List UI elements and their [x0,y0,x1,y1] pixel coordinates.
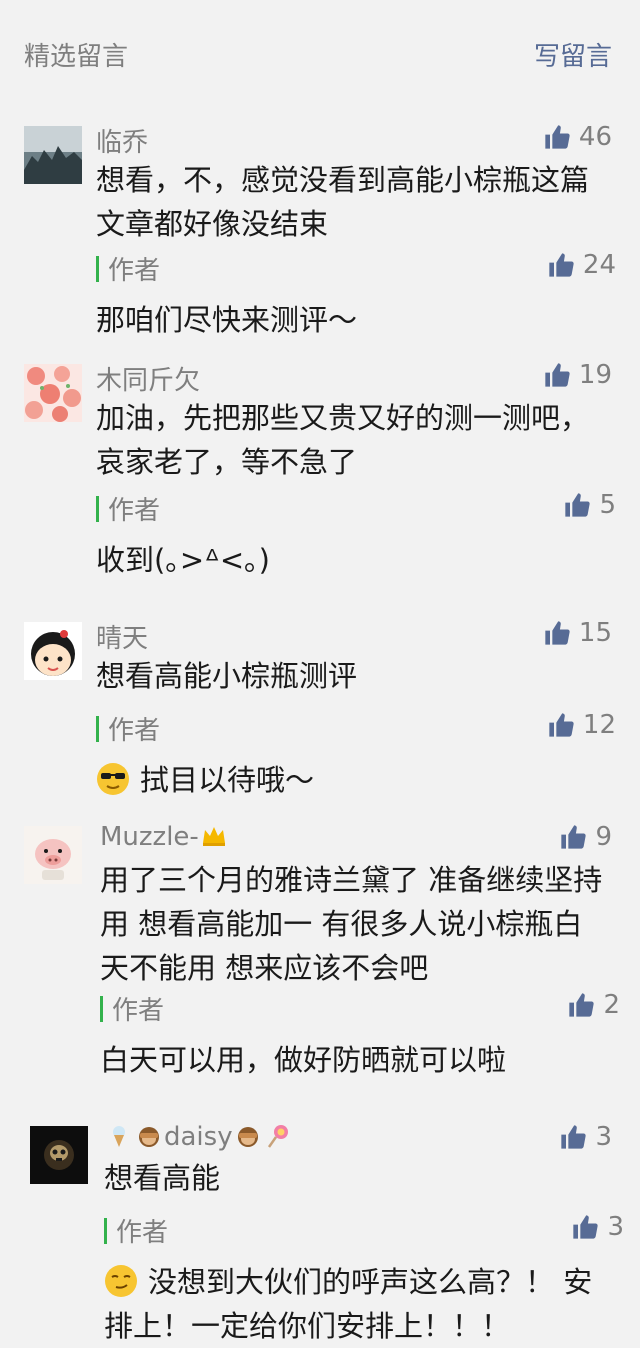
reply-like-button[interactable]: 24 [547,250,616,280]
author-bar [104,1218,107,1244]
avatar[interactable] [24,126,82,184]
smirk-face-icon [104,1264,138,1298]
crown-icon [201,823,227,849]
thumbs-up-icon [563,491,591,519]
comments-header: 精选留言 写留言 [0,0,640,104]
nickname-text: Muzzle- [100,822,199,852]
comment-nickname: 木同斤欠 [96,366,201,396]
avatar[interactable] [30,1126,88,1184]
reply-like-button[interactable]: 12 [547,710,616,740]
like-button[interactable]: 15 [543,618,612,648]
reply-text: 拭目以待哦～ [96,758,596,802]
thumbs-up-icon [543,123,571,151]
avatar[interactable] [24,826,82,884]
comment-text: 加油，先把那些又贵又好的测一测吧，哀家老了，等不急了 [96,401,590,479]
reply-author-label: 作者 [108,256,161,286]
reply-text: 那咱们尽快来测评～ [96,303,358,337]
reply-like-button[interactable]: 5 [563,490,616,520]
lollipop-icon [265,1123,291,1149]
avatar[interactable] [24,364,82,422]
comment-text: 用了三个月的雅诗兰黛了 准备继续坚持用 想看高能加一 有很多人说小棕瓶白天不能用… [100,863,603,985]
write-comment-link[interactable]: 写留言 [534,36,612,73]
reply-text-content: 拭目以待哦～ [140,763,315,797]
like-button[interactable]: 19 [543,360,612,390]
reply-like-button[interactable]: 3 [571,1212,624,1242]
thumbs-up-icon [543,361,571,389]
like-button[interactable]: 9 [559,822,612,852]
comment-nickname: 临乔 [96,128,149,158]
reply-text: 收到(｡>ᐞ<｡) [96,543,270,577]
ice-cream-icon [106,1123,132,1149]
comment-nickname: daisy [104,1122,293,1152]
thumbs-up-icon [559,823,587,851]
see-no-evil-monkey-icon [235,1123,261,1149]
comment-nickname: Muzzle- [100,822,229,852]
cool-face-icon [96,762,130,796]
thumbs-up-icon [547,711,575,739]
like-count: 46 [578,122,612,152]
like-button[interactable]: 46 [543,122,612,152]
thumbs-up-icon [571,1213,599,1241]
reply-author-label: 作者 [108,716,161,746]
reply-like-count: 2 [603,990,620,1020]
reply-author-label: 作者 [116,1218,169,1248]
like-count: 15 [578,618,612,648]
thumbs-up-icon [559,1123,587,1151]
like-button[interactable]: 3 [559,1122,612,1152]
section-title: 精选留言 [24,42,129,72]
thumbs-up-icon [547,251,575,279]
author-bar [96,496,99,522]
comment-nickname: 晴天 [96,624,149,654]
reply-text-content: 没想到大伙们的呼声这么高？！ 安排上！一定给你们安排上！！！ [104,1265,593,1343]
comment-text: 想看高能 [104,1161,221,1195]
comment-text: 想看高能小棕瓶测评 [96,659,358,693]
like-count: 9 [595,822,612,852]
author-bar [100,996,103,1022]
reply-author-label: 作者 [112,996,165,1026]
reply-text: 白天可以用，做好防晒就可以啦 [100,1043,507,1077]
reply-like-count: 5 [599,490,616,520]
author-bar [96,716,99,742]
reply-like-count: 24 [582,250,616,280]
thumbs-up-icon [543,619,571,647]
reply-like-count: 3 [607,1212,624,1242]
comment-text: 想看，不，感觉没看到高能小棕瓶这篇文章都好像没结束 [96,163,590,241]
see-no-evil-monkey-icon [136,1123,162,1149]
reply-author-label: 作者 [108,496,161,526]
nickname-text: daisy [164,1122,233,1152]
avatar[interactable] [24,622,82,680]
thumbs-up-icon [567,991,595,1019]
like-count: 3 [595,1122,612,1152]
reply-like-count: 12 [582,710,616,740]
author-bar [96,256,99,282]
reply-like-button[interactable]: 2 [567,990,620,1020]
like-count: 19 [578,360,612,390]
reply-text: 没想到大伙们的呼声这么高？！ 安排上！一定给你们安排上！！！ [104,1260,604,1348]
